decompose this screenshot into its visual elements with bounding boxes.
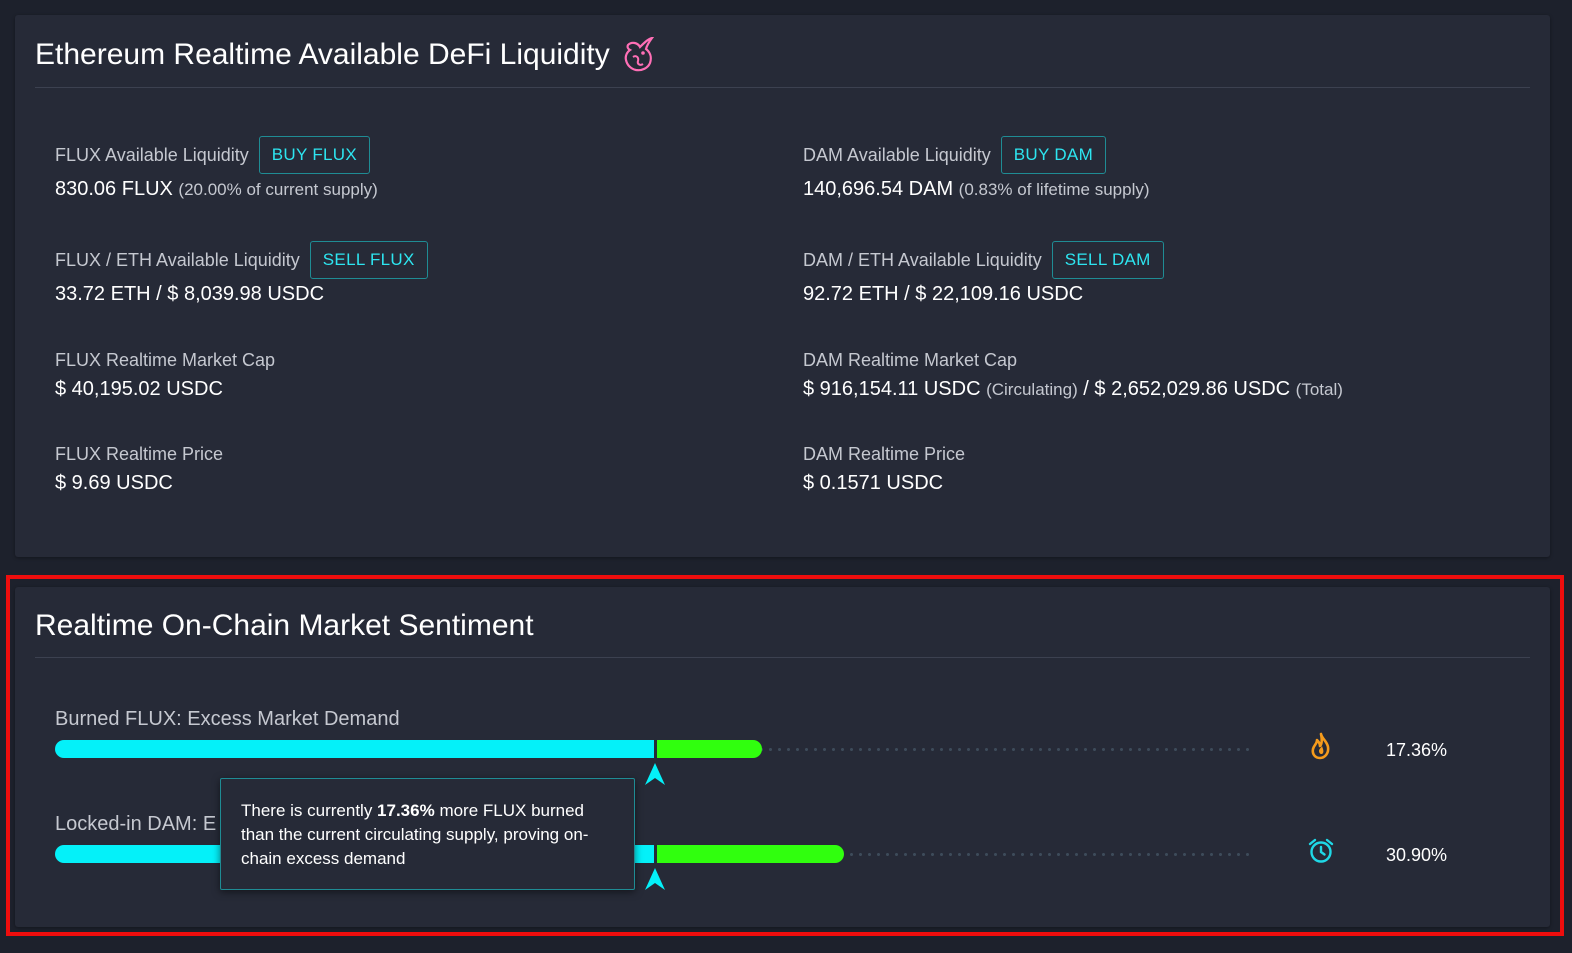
bar-excess-segment (656, 740, 762, 758)
burned-marker-arrow-icon (645, 763, 665, 785)
sentiment-title: Realtime On-Chain Market Sentiment (35, 609, 534, 642)
flux-available-label: FLUX Available Liquidity (55, 144, 249, 165)
dam-mcap-value: $ 916,154.11 USDC (Circulating) / $ 2,65… (803, 378, 1343, 401)
flux-mcap-label: FLUX Realtime Market Cap (55, 350, 276, 370)
sentiment-divider (35, 657, 1530, 658)
liquidity-title-text: Ethereum Realtime Available DeFi Liquidi… (35, 38, 610, 71)
liquidity-card: Ethereum Realtime Available DeFi Liquidi… (15, 15, 1550, 557)
burned-flux-tooltip: There is currently 17.36% more FLUX burn… (220, 778, 635, 890)
locked-dam-label: Locked-in DAM: E (55, 813, 217, 835)
flux-market-cap: FLUX Realtime Market Cap $ 40,195.02 USD… (55, 348, 275, 401)
dam-available-value: 140,696.54 DAM (0.83% of lifetime supply… (803, 178, 1150, 201)
flux-price-value: $ 9.69 USDC (55, 472, 173, 494)
flux-available-amount: 830.06 FLUX (55, 178, 173, 200)
flux-price-label: FLUX Realtime Price (55, 444, 224, 464)
flux-price: FLUX Realtime Price $ 9.69 USDC (55, 442, 223, 495)
locked-marker-arrow-icon (645, 868, 665, 890)
dam-mcap-total: $ 2,652,029.86 USDC (1094, 378, 1291, 400)
buy-dam-button[interactable]: BUY DAM (1000, 136, 1107, 174)
flux-available-value: 830.06 FLUX (20.00% of current supply) (55, 178, 378, 201)
flux-eth-liquidity: FLUX / ETH Available Liquidity SELL FLUX… (55, 241, 428, 306)
dam-eth-value: 92.72 ETH / $ 22,109.16 USDC (803, 283, 1084, 305)
dam-market-cap: DAM Realtime Market Cap $ 916,154.11 USD… (803, 348, 1343, 401)
tooltip-text-pre: There is currently (241, 801, 378, 820)
dam-available-liquidity: DAM Available Liquidity BUY DAM 140,696.… (803, 136, 1150, 201)
liquidity-divider (35, 87, 1530, 88)
dam-available-label: DAM Available Liquidity (803, 144, 991, 165)
dam-mcap-total-note: (Total) (1295, 380, 1343, 399)
sentiment-card: Realtime On-Chain Market Sentiment Burne… (15, 587, 1550, 927)
bar-excess-segment (656, 845, 844, 863)
sell-dam-button[interactable]: SELL DAM (1051, 241, 1164, 279)
burned-flux-label: Burned FLUX: Excess Market Demand (55, 708, 400, 730)
unicorn-icon (622, 36, 656, 73)
dam-available-amount: 140,696.54 DAM (803, 178, 954, 200)
flux-available-note: (20.00% of current supply) (178, 180, 378, 199)
burned-flux-percent: 17.36% (1386, 740, 1448, 760)
bar-base-segment (55, 740, 655, 758)
burned-flux-bar (55, 740, 1250, 758)
bar-marker-line (654, 740, 657, 758)
flame-icon (1307, 732, 1335, 760)
flux-eth-label: FLUX / ETH Available Liquidity (55, 249, 300, 270)
dam-eth-label: DAM / ETH Available Liquidity (803, 249, 1042, 270)
bar-marker-line (654, 845, 657, 863)
alarm-clock-icon (1307, 837, 1335, 865)
sell-flux-button[interactable]: SELL FLUX (309, 241, 428, 279)
dam-mcap-circulating-note: (Circulating) (986, 380, 1078, 399)
buy-flux-button[interactable]: BUY FLUX (258, 136, 371, 174)
locked-dam-percent: 30.90% (1386, 845, 1448, 865)
dam-price-label: DAM Realtime Price (803, 444, 966, 464)
dam-available-note: (0.83% of lifetime supply) (958, 180, 1150, 199)
dam-price-value: $ 0.1571 USDC (803, 472, 944, 494)
dam-price: DAM Realtime Price $ 0.1571 USDC (803, 442, 965, 495)
dam-mcap-separator: / (1083, 378, 1089, 400)
dam-eth-liquidity: DAM / ETH Available Liquidity SELL DAM 9… (803, 241, 1164, 306)
tooltip-text-bold: 17.36% (377, 801, 435, 820)
flux-mcap-value: $ 40,195.02 USDC (55, 378, 223, 400)
flux-available-liquidity: FLUX Available Liquidity BUY FLUX 830.06… (55, 136, 378, 201)
liquidity-title: Ethereum Realtime Available DeFi Liquidi… (35, 36, 656, 73)
flux-eth-value: 33.72 ETH / $ 8,039.98 USDC (55, 283, 325, 305)
dam-mcap-label: DAM Realtime Market Cap (803, 350, 1018, 370)
dam-mcap-circulating: $ 916,154.11 USDC (803, 378, 981, 400)
